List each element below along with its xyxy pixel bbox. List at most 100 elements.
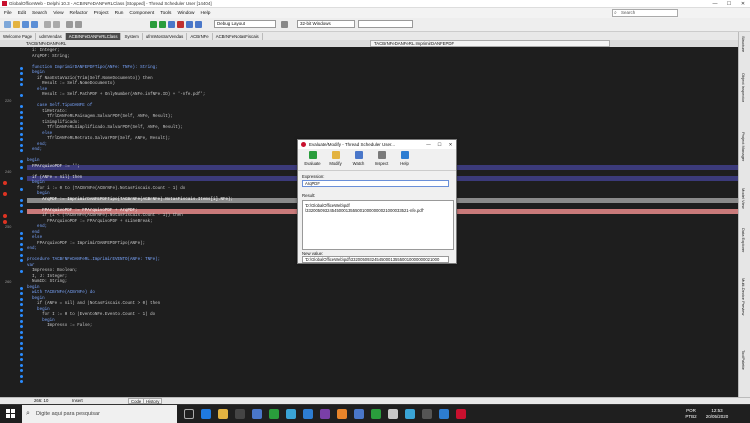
side-tab-multi-device-preview[interactable]: Multi-Device Preview [741, 278, 746, 315]
trace-into-icon[interactable] [195, 21, 202, 28]
tab-ufrmmostrarvendas[interactable]: ufrmMostrarVendas [143, 33, 188, 40]
menu-item-tools[interactable]: Tools [160, 11, 171, 16]
side-tab-model-view[interactable]: Model View [741, 188, 746, 209]
tab-acbrnfenotasfiscais[interactable]: ACBrNFeNotasFiscais [213, 33, 263, 40]
search-input[interactable]: ⌕ Search [612, 9, 678, 17]
mail-icon[interactable] [252, 409, 262, 419]
keyboard-layout: PTB2 [685, 413, 697, 419]
language-indicator[interactable]: POR PTB2 [684, 408, 698, 419]
expression-input[interactable]: ArqPDF [302, 180, 449, 187]
menu-item-search[interactable]: Search [32, 11, 47, 16]
taskbar-search-input[interactable]: ⌕ Digite aqui para pesquisar [22, 405, 177, 423]
edge-icon[interactable] [201, 409, 211, 419]
platform-dropdown[interactable]: 32-bit Windows [297, 20, 355, 28]
app-icon-2[interactable] [286, 409, 296, 419]
menu-item-run[interactable]: Run [115, 11, 124, 16]
menu-item-project[interactable]: Project [94, 11, 109, 16]
code-line[interactable]: Impresso := False; [27, 324, 738, 330]
evaluate-modify-dialog: Evaluate/Modify - Thread Scheduler User.… [297, 139, 457, 264]
app-icon-10[interactable] [422, 409, 432, 419]
dialog-title: Evaluate/Modify - Thread Scheduler User.… [309, 142, 395, 147]
tab-acbrnfedanferlclass[interactable]: ACBrNFeDANFeRLClass [65, 33, 122, 40]
dialog-modify-button[interactable]: Modify [324, 149, 347, 170]
executable-line-marker [20, 297, 23, 301]
side-tab-data-explorer[interactable]: Data Explorer [741, 228, 746, 252]
maximize-button[interactable]: ☐ [722, 1, 736, 7]
dialog-modify-label: Modify [329, 161, 342, 166]
dialog-inspect-button[interactable]: Inspect [370, 149, 393, 170]
breakpoint-icon[interactable] [3, 219, 7, 224]
dialog-help-button[interactable]: Help [393, 149, 416, 170]
side-tab-structure[interactable]: Structure [741, 36, 746, 52]
taskbar: ⌕ Digite aqui para pesquisar POR PTB2 12… [0, 404, 750, 423]
close-button[interactable]: ✕ [736, 1, 750, 7]
layout-save-icon[interactable] [281, 21, 288, 28]
tab-system[interactable]: System [121, 33, 143, 40]
file-explorer-icon[interactable] [218, 409, 228, 419]
delphi-icon[interactable] [456, 409, 466, 419]
tab-udmvendas[interactable]: udmVendas [36, 33, 66, 40]
side-tab-project-manager[interactable]: Project Manager [741, 132, 746, 161]
menu-item-component[interactable]: Component [129, 11, 154, 16]
windows-start-icon[interactable] [6, 409, 15, 418]
step-over-icon[interactable] [186, 21, 193, 28]
app-icon-3[interactable] [303, 409, 313, 419]
line-number: 220 [5, 98, 12, 103]
open-icon[interactable] [13, 21, 20, 28]
language-code: POR [686, 408, 696, 413]
line-number: 260 [5, 280, 12, 284]
dialog-evaluate-button[interactable]: Evaluate [301, 149, 324, 170]
new-icon[interactable] [4, 21, 11, 28]
menu-item-refactor[interactable]: Refactor [70, 11, 88, 16]
layout-dropdown[interactable]: Debug Layout [214, 20, 276, 28]
app-icon-9[interactable] [405, 409, 415, 419]
dialog-watch-button[interactable]: Watch [347, 149, 370, 170]
class-selector[interactable]: TACBrNFeDANFeRL [22, 41, 70, 46]
app-icon-4[interactable] [320, 409, 330, 419]
dialog-close-button[interactable]: ✕ [445, 142, 456, 148]
build-icon[interactable] [66, 21, 73, 28]
new-value-input[interactable]: 'D:\GlobalOfficeWeb\pdf\3320050932454500… [302, 256, 449, 263]
undo-icon[interactable] [44, 21, 51, 28]
save-all-icon[interactable] [31, 21, 38, 28]
run-icon[interactable] [150, 21, 157, 28]
task-view-icon[interactable] [184, 409, 194, 419]
breakpoint-icon[interactable] [3, 214, 7, 218]
dialog-minimize-button[interactable]: — [423, 142, 434, 147]
menu-item-help[interactable]: Help [201, 11, 211, 16]
method-selector[interactable]: TACBrNFeDANFeRL.ImprimirDANFEPDF [370, 40, 610, 47]
side-tab-object-inspector[interactable]: Object Inspector [741, 73, 746, 102]
compile-icon[interactable] [75, 21, 82, 28]
run-without-debug-icon[interactable] [159, 21, 166, 28]
result-box: 'D:\GlobalOfficeWeb\pdf \3320050932454500… [302, 200, 454, 250]
minimize-button[interactable]: — [708, 1, 722, 7]
clock[interactable]: 12:53 20/05/2020 [702, 408, 732, 419]
app-icon-8[interactable] [388, 409, 398, 419]
app-icon-11[interactable] [439, 409, 449, 419]
target-dropdown[interactable] [358, 20, 413, 28]
store-icon[interactable] [235, 409, 245, 419]
redo-icon[interactable] [53, 21, 60, 28]
app-icon-7[interactable] [371, 409, 381, 419]
menu-item-edit[interactable]: Edit [18, 11, 26, 16]
breakpoint-icon[interactable] [3, 181, 7, 185]
menu-item-window[interactable]: Window [177, 11, 194, 16]
stop-icon[interactable] [177, 21, 184, 28]
executable-line-marker [20, 259, 23, 262]
app-icon-6[interactable] [354, 409, 364, 419]
breakpoint-icon[interactable] [3, 192, 7, 196]
side-tab-toolpalette[interactable]: ToolPalette [741, 350, 746, 370]
executable-line-marker [20, 352, 23, 356]
side-panel-tabs: Structure Object Inspector Project Manager… [738, 32, 750, 404]
pause-icon[interactable] [168, 21, 175, 28]
tab-welcome page[interactable]: Welcome Page [0, 33, 37, 40]
menu-item-file[interactable]: File [4, 11, 12, 16]
app-icon-5[interactable] [337, 409, 347, 419]
executable-line-marker [20, 83, 23, 86]
dialog-maximize-button[interactable]: ☐ [434, 142, 445, 148]
executable-line-marker [20, 374, 23, 378]
app-icon-1[interactable] [269, 409, 279, 419]
save-icon[interactable] [22, 21, 29, 28]
tab-acbrnfe[interactable]: ACBrNFe [187, 33, 213, 40]
menu-item-view[interactable]: View [53, 11, 63, 16]
